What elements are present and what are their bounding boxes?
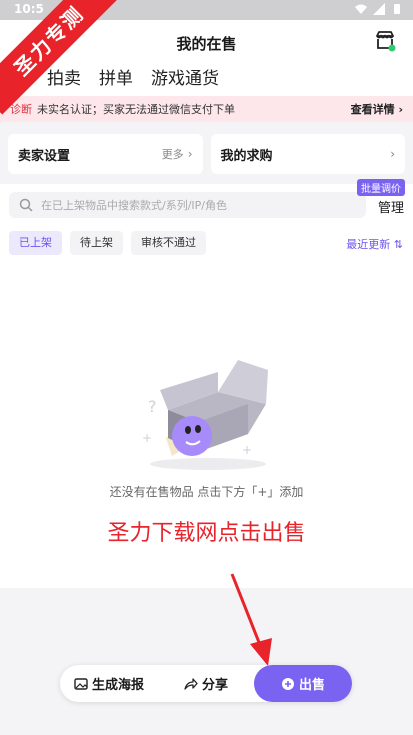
- wanted-card[interactable]: 我的求购 ›: [210, 134, 405, 174]
- view-details-link[interactable]: 查看详情 ›: [351, 101, 403, 117]
- sort-recent[interactable]: 最近更新 ⇅: [346, 236, 403, 252]
- svg-text:?: ?: [148, 397, 157, 416]
- diagnosis-message: 未实名认证；买家无法通过微信支付下单: [37, 103, 235, 116]
- empty-box-illustration: ? + +: [142, 360, 268, 470]
- search-input[interactable]: 在已上架物品中搜索款式/系列/IP/角色: [9, 192, 366, 218]
- quick-cards: 卖家设置 更多 › 我的求购 ›: [8, 134, 405, 174]
- share-label: 分享: [201, 678, 228, 693]
- manage-button[interactable]: 管理: [378, 197, 404, 216]
- share-icon: [184, 677, 198, 690]
- svg-text:+: +: [242, 443, 252, 457]
- seller-settings-card[interactable]: 卖家设置 更多 ›: [8, 134, 203, 174]
- chevron-right-icon: ›: [390, 147, 395, 161]
- wanted-label: 我的求购: [220, 148, 273, 164]
- tab-auction[interactable]: 拍卖: [47, 64, 81, 89]
- wifi-icon: [355, 4, 367, 14]
- chevron-right-icon: ›: [187, 147, 193, 161]
- filter-listed[interactable]: 已上架: [9, 231, 62, 255]
- svg-text:+: +: [142, 431, 152, 445]
- bulk-price-badge[interactable]: 批量调价: [357, 179, 405, 196]
- generate-poster-label: 生成海报: [91, 678, 144, 693]
- empty-state-text: 还没有在售物品 点击下方「+」添加: [109, 485, 304, 499]
- filter-pending[interactable]: 待上架: [70, 231, 123, 255]
- tab-game-currency[interactable]: 游戏通货: [151, 64, 219, 89]
- battery-icon: [394, 4, 400, 14]
- status-filters: 已上架 待上架 审核不通过: [9, 231, 206, 255]
- diagnosis-notice[interactable]: 诊断 未实名认证；买家无法通过微信支付下单 查看详情 ›: [0, 96, 413, 122]
- bottom-action-bar: 生成海报 分享 出售: [60, 665, 352, 702]
- plus-circle-icon: [281, 677, 294, 690]
- signal-icon: [373, 3, 385, 15]
- seller-settings-label: 卖家设置: [18, 148, 71, 164]
- image-icon: [74, 677, 88, 690]
- tab-group-buy[interactable]: 拼单: [99, 64, 133, 89]
- store-icon[interactable]: [374, 30, 396, 52]
- status-time: 10:5: [14, 2, 44, 16]
- sell-label: 出售: [298, 678, 325, 693]
- watermark-caption: 圣力下载网点击出售: [107, 521, 306, 546]
- arrow-pointer-icon: [230, 573, 272, 666]
- share-button[interactable]: 分享: [158, 665, 254, 702]
- search-placeholder: 在已上架物品中搜索款式/系列/IP/角色: [41, 199, 227, 212]
- listing-panel: 在已上架物品中搜索款式/系列/IP/角色 批量调价 管理 已上架 待上架 审核不…: [0, 179, 413, 588]
- generate-poster-button[interactable]: 生成海报: [60, 665, 158, 702]
- seller-settings-more: 更多: [161, 148, 184, 161]
- sell-button[interactable]: 出售: [254, 665, 352, 702]
- filter-rejected[interactable]: 审核不通过: [131, 231, 206, 255]
- search-icon: [19, 198, 33, 212]
